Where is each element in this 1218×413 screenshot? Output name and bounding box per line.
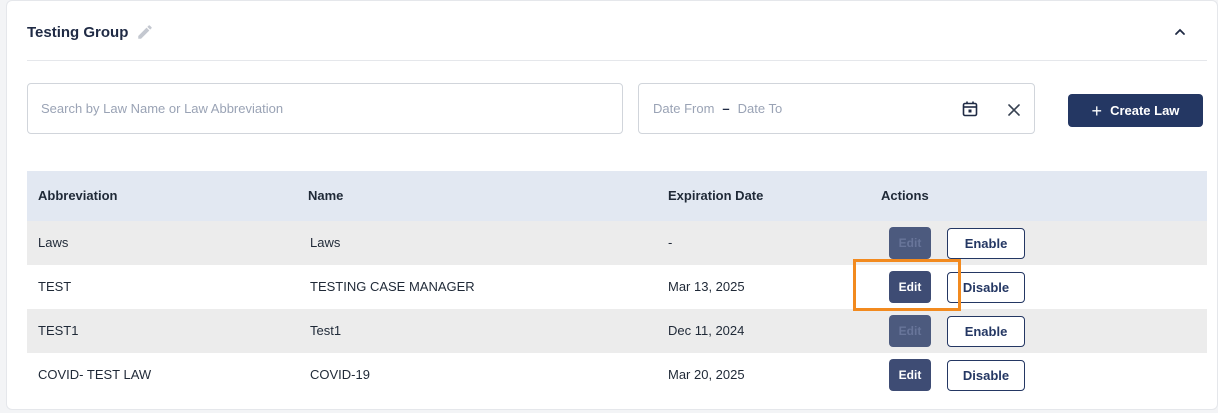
cell-expiration-date: Mar 13, 2025 <box>668 279 745 294</box>
table-row: Laws Laws - Edit Enable <box>27 221 1207 265</box>
cell-name: TESTING CASE MANAGER <box>310 279 475 294</box>
cell-expiration-date: Mar 20, 2025 <box>668 367 745 382</box>
date-separator: – <box>722 101 730 116</box>
edit-button[interactable]: Edit <box>889 359 931 391</box>
pencil-icon[interactable] <box>136 23 154 41</box>
law-group-card: Testing Group Date From – Date To + Crea… <box>6 0 1218 410</box>
create-law-button[interactable]: + Create Law <box>1068 94 1203 127</box>
cell-abbreviation: TEST <box>38 279 72 294</box>
cell-expiration-date: Dec 11, 2024 <box>668 323 745 338</box>
table-row: TEST TESTING CASE MANAGER Mar 13, 2025 E… <box>27 265 1207 309</box>
cell-name: Test1 <box>310 323 342 338</box>
date-from-field[interactable]: Date From <box>653 101 714 116</box>
disable-button[interactable]: Disable <box>947 272 1025 303</box>
edit-button: Edit <box>889 227 931 259</box>
cell-expiration-date: - <box>668 235 673 250</box>
enable-button[interactable]: Enable <box>947 316 1025 347</box>
cell-name: Laws <box>310 235 341 250</box>
group-title-text: Testing Group <box>27 23 129 41</box>
column-header-abbreviation[interactable]: Abbreviation <box>38 171 117 221</box>
divider <box>27 60 1207 61</box>
enable-button[interactable]: Enable <box>947 228 1025 259</box>
date-range-picker[interactable]: Date From – Date To <box>638 83 1035 134</box>
plus-icon: + <box>1091 100 1103 121</box>
table-row: TEST1 Test1 Dec 11, 2024 Edit Enable <box>27 309 1207 353</box>
column-header-actions: Actions <box>881 188 929 203</box>
table-header: Abbreviation Name Expiration Date Action… <box>27 171 1207 221</box>
chevron-up-icon[interactable] <box>1173 25 1187 39</box>
column-header-name[interactable]: Name <box>308 171 343 221</box>
edit-button: Edit <box>889 315 931 347</box>
cell-abbreviation: TEST1 <box>38 323 79 338</box>
search-input[interactable] <box>27 83 623 134</box>
group-title: Testing Group <box>27 23 154 41</box>
cell-name: COVID-19 <box>310 367 370 382</box>
calendar-icon[interactable] <box>961 100 979 118</box>
close-icon[interactable] <box>1006 102 1022 118</box>
edit-button[interactable]: Edit <box>889 271 931 303</box>
column-header-expiration-date[interactable]: Expiration Date <box>668 171 763 221</box>
create-law-label: Create Law <box>1110 103 1180 118</box>
table-row: COVID- TEST LAW COVID-19 Mar 20, 2025 Ed… <box>27 353 1207 397</box>
date-to-field[interactable]: Date To <box>738 101 783 116</box>
cell-abbreviation: COVID- TEST LAW <box>38 367 152 382</box>
disable-button[interactable]: Disable <box>947 360 1025 391</box>
cell-abbreviation: Laws <box>38 235 69 250</box>
